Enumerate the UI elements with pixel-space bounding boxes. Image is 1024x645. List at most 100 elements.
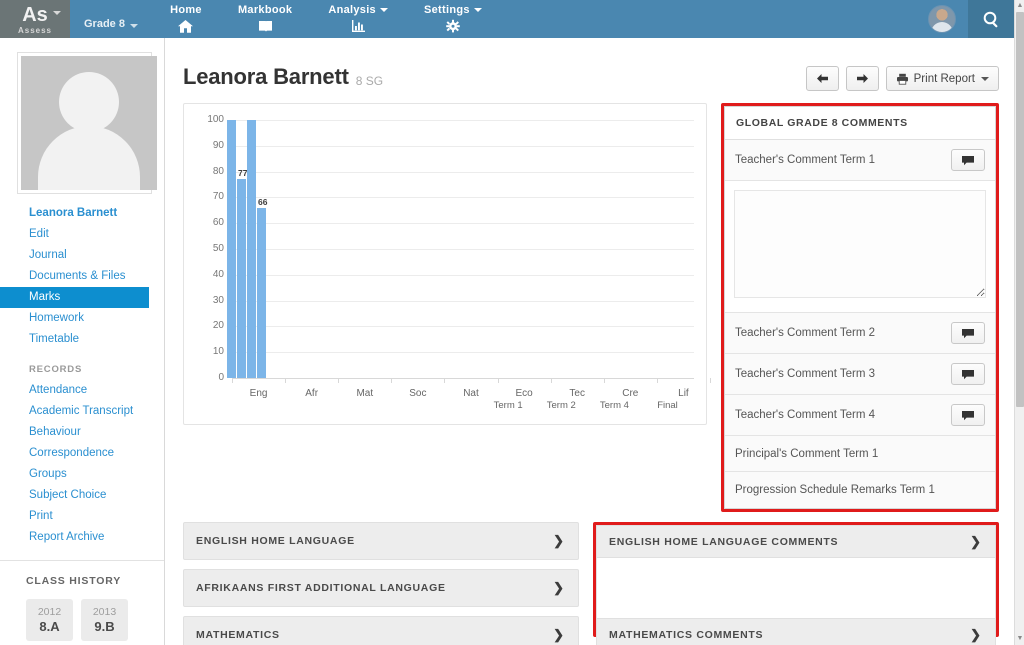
class-history-header: CLASS HISTORY — [0, 560, 164, 599]
chart-plot-area: 0 10 20 30 40 50 60 70 80 90 100 Eng 77 66 Afr Mat Soc Na… — [184, 104, 711, 424]
chart-bar — [247, 120, 257, 378]
sidebar-item-documents-files[interactable]: Documents & Files — [0, 266, 164, 287]
sidebar-item-journal[interactable]: Journal — [0, 245, 164, 266]
sidebar-item-timetable[interactable]: Timetable — [0, 329, 164, 350]
chart-legend-item: Term 2 — [546, 400, 576, 411]
bottom-row: ENGLISH HOME LANGUAGE ❯ AFRIKAANS FIRST … — [166, 512, 1013, 645]
teacher-comment-term-1-textarea[interactable] — [734, 190, 986, 298]
marks-bar-chart: 0 10 20 30 40 50 60 70 80 90 100 Eng 77 66 Afr Mat Soc Na… — [183, 103, 711, 425]
chart-bar — [237, 179, 247, 378]
class-history-year: 2012 — [37, 606, 62, 618]
subject-comments-highlight: ENGLISH HOME LANGUAGE COMMENTS ❯ MATHEMA… — [593, 522, 999, 645]
sidebar-item-print[interactable]: Print — [0, 506, 164, 527]
chart-legend-item: Term 1 — [493, 400, 523, 411]
class-history-item[interactable]: 2012 8.A — [26, 599, 73, 641]
comment-bubble-icon[interactable] — [951, 149, 985, 171]
chart-gridline — [232, 352, 694, 354]
chart-x-tick — [391, 378, 393, 383]
comment-bubble-icon[interactable] — [951, 363, 985, 385]
class-history-class: 9.B — [94, 619, 115, 634]
logo-text: As — [22, 3, 48, 26]
nav-label: Settings — [424, 4, 482, 16]
subject-accordion-column: ENGLISH HOME LANGUAGE ❯ AFRIKAANS FIRST … — [183, 522, 579, 645]
accordion-afrikaans-first-additional-language[interactable]: AFRIKAANS FIRST ADDITIONAL LANGUAGE ❯ — [183, 569, 579, 607]
nav-item-markbook[interactable]: Markbook — [220, 0, 310, 38]
content-row: 0 10 20 30 40 50 60 70 80 90 100 Eng 77 66 Afr Mat Soc Na… — [166, 91, 1013, 512]
comment-row-teacher-term-2[interactable]: Teacher's Comment Term 2 — [725, 313, 995, 354]
nav-item-settings[interactable]: Settings — [406, 0, 500, 38]
comment-bubble-icon[interactable] — [951, 322, 985, 344]
chart-gridline — [232, 223, 694, 225]
previous-student-button[interactable] — [805, 66, 839, 91]
student-photo-card — [17, 52, 157, 194]
chart-legend-item: Term 4 — [599, 400, 629, 411]
sidebar-menu: Leanora Barnett Edit Journal Documents &… — [0, 203, 164, 548]
class-history-grid: 2012 8.A 2013 9.B 2014 10.F 2015 8.SG — [0, 599, 150, 645]
chart-y-tick-label: 80 — [212, 165, 224, 177]
chevron-right-icon: ❯ — [553, 533, 564, 548]
app-logo[interactable]: As Assess — [0, 0, 70, 38]
print-report-button[interactable]: Print Report — [885, 66, 999, 91]
chevron-right-icon: ❯ — [970, 533, 981, 549]
global-comments-highlight: GLOBAL GRADE 8 COMMENTS Teacher's Commen… — [721, 103, 999, 512]
nav-label: Home — [170, 3, 202, 16]
comment-row-progression-remarks-term-1[interactable]: Progression Schedule Remarks Term 1 — [725, 472, 995, 508]
chart-x-category-label: Cre — [622, 388, 639, 399]
sidebar-item-attendance[interactable]: Attendance — [0, 380, 164, 401]
sidebar-item-academic-transcript[interactable]: Academic Transcript — [0, 401, 164, 422]
sidebar-item-subject-choice[interactable]: Subject Choice — [0, 485, 164, 506]
nav-label: Markbook — [237, 3, 293, 16]
comment-row-label: Teacher's Comment Term 2 — [735, 327, 876, 339]
sidebar-item-marks[interactable]: Marks — [0, 287, 149, 308]
chart-bar — [227, 120, 237, 378]
chart-gridline — [232, 197, 694, 199]
chart-x-tick — [656, 378, 658, 383]
header-actions: Print Report — [805, 64, 999, 91]
comment-row-principal-term-1[interactable]: Principal's Comment Term 1 — [725, 436, 995, 472]
chevron-down-icon — [129, 24, 138, 28]
accordion-english-home-language[interactable]: ENGLISH HOME LANGUAGE ❯ — [183, 522, 579, 560]
chart-x-axis — [232, 378, 694, 379]
sidebar-item-edit[interactable]: Edit — [0, 224, 164, 245]
nav-item-home[interactable]: Home — [152, 0, 220, 38]
sidebar-item-groups[interactable]: Groups — [0, 464, 164, 485]
comment-row-label: Teacher's Comment Term 1 — [735, 154, 876, 166]
accordion-mathematics[interactable]: MATHEMATICS ❯ — [183, 616, 579, 645]
class-history-item[interactable]: 2013 9.B — [81, 599, 128, 641]
chevron-right-icon: ❯ — [553, 627, 564, 642]
comment-bubble-icon[interactable] — [951, 404, 985, 426]
accordion-label: AFRIKAANS FIRST ADDITIONAL LANGUAGE — [196, 582, 446, 594]
chart-x-category-label: Eco — [515, 388, 533, 399]
bar-chart-icon — [350, 19, 367, 34]
page-scrollbar[interactable]: ▲ ▼ — [1014, 0, 1024, 645]
chart-x-category-label: Eng — [249, 388, 268, 399]
comment-row-label: Progression Schedule Remarks Term 1 — [735, 484, 935, 496]
nav-item-analysis[interactable]: Analysis — [310, 0, 406, 38]
sidebar-item-homework[interactable]: Homework — [0, 308, 164, 329]
scrollbar-thumb[interactable] — [1016, 12, 1024, 407]
sidebar-item-report-archive[interactable]: Report Archive — [0, 527, 164, 548]
chevron-down-icon — [379, 7, 388, 12]
accordion-mathematics-comments[interactable]: MATHEMATICS COMMENTS ❯ — [596, 618, 996, 645]
scroll-down-arrow-icon[interactable]: ▼ — [1016, 635, 1024, 643]
comment-row-teacher-term-1[interactable]: Teacher's Comment Term 1 — [725, 140, 995, 181]
next-student-button[interactable] — [845, 66, 879, 91]
sidebar-item-student-name[interactable]: Leanora Barnett — [0, 203, 164, 224]
comment-row-label: Principal's Comment Term 1 — [735, 447, 879, 460]
main-content: Leanora Barnett 8 SG Print Report 0 10 20 3… — [166, 38, 1013, 645]
book-icon — [257, 19, 274, 34]
chart-gridline — [232, 120, 694, 121]
scroll-up-arrow-icon[interactable]: ▲ — [1016, 2, 1024, 10]
search-button[interactable] — [968, 0, 1014, 38]
chart-y-tick-label: 90 — [212, 139, 224, 151]
chart-gridline — [232, 249, 694, 250]
grade-selector[interactable]: Grade 8 — [70, 0, 152, 38]
chart-gridline — [232, 274, 694, 276]
sidebar-item-behaviour[interactable]: Behaviour — [0, 422, 164, 443]
comment-row-teacher-term-3[interactable]: Teacher's Comment Term 3 — [725, 354, 995, 395]
sidebar-item-correspondence[interactable]: Correspondence — [0, 443, 164, 464]
accordion-english-home-language-comments[interactable]: ENGLISH HOME LANGUAGE COMMENTS ❯ — [596, 525, 996, 558]
comment-row-teacher-term-4[interactable]: Teacher's Comment Term 4 — [725, 395, 995, 436]
user-avatar[interactable] — [928, 5, 956, 33]
